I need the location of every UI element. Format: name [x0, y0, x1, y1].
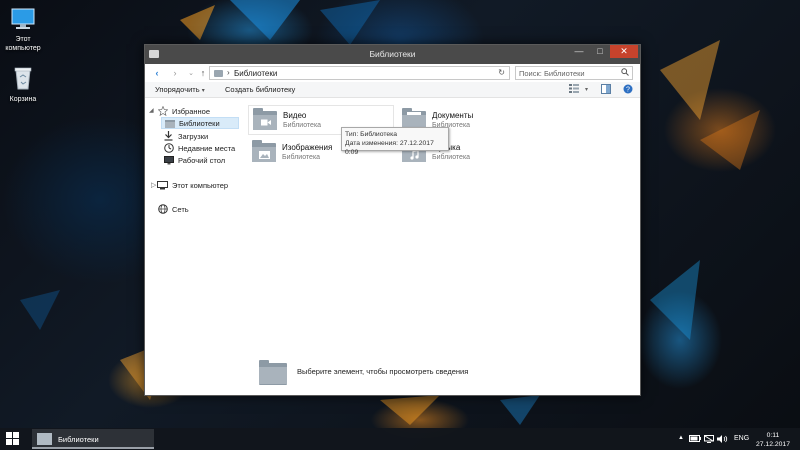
pictures-folder-icon	[252, 140, 276, 163]
help-icon: ?	[623, 84, 633, 94]
recent-places-icon	[163, 143, 174, 153]
start-button[interactable]	[6, 432, 20, 446]
expand-arrow-icon[interactable]: ▷	[151, 181, 156, 189]
svg-text:?: ?	[626, 87, 630, 94]
library-type: Библиотека	[282, 154, 321, 161]
sidebar-item-recent-places[interactable]: Недавние места	[163, 142, 235, 154]
search-icon[interactable]	[621, 68, 629, 78]
explorer-window: Библиотеки — □ ✕ ‹ › ⌄ ↑ › Библиотеки ↻ …	[144, 44, 641, 396]
sidebar-item-label: Рабочий стол	[178, 155, 226, 165]
library-name: Документы	[432, 111, 474, 120]
breadcrumb[interactable]: Библиотеки	[234, 69, 277, 78]
recent-locations-button[interactable]: ⌄	[185, 68, 197, 80]
address-field[interactable]: › Библиотеки ↻	[209, 66, 510, 80]
sidebar-item-label: Недавние места	[178, 143, 236, 153]
library-name: Видео	[283, 111, 307, 120]
preview-pane-icon	[601, 84, 611, 94]
maximize-button[interactable]: □	[588, 45, 612, 58]
clock-time: 0:11	[766, 432, 780, 439]
desktop-icon-this-pc[interactable]: Этот компьютер	[0, 8, 46, 53]
view-options-button[interactable]	[569, 84, 579, 95]
recycle-bin-icon	[0, 66, 46, 93]
new-library-button[interactable]: Создать библиотеку	[225, 85, 295, 94]
desktop-icon-label: Корзина	[9, 96, 37, 103]
library-folder-icon	[164, 118, 175, 128]
library-folder-icon	[214, 70, 223, 77]
video-folder-icon	[253, 108, 277, 131]
language-indicator[interactable]: ENG	[734, 435, 749, 442]
taskbar-app-explorer[interactable]: Библиотеки	[32, 429, 154, 449]
preview-pane-button[interactable]	[601, 84, 611, 96]
sidebar-item-libraries[interactable]: Библиотеки	[161, 117, 239, 129]
sidebar-item-this-pc[interactable]: Этот компьютер	[157, 179, 228, 191]
sidebar-item-label: Избранное	[172, 106, 211, 116]
library-name: Изображения	[282, 143, 333, 152]
network-icon	[157, 204, 168, 214]
collapse-arrow-icon[interactable]: ◢	[149, 107, 154, 114]
search-field[interactable]	[515, 66, 633, 80]
library-type: Библиотека	[283, 122, 322, 129]
navigation-pane: ◢ Избранное Библиотеки Загрузки Недавние…	[145, 99, 245, 395]
organize-label: Упорядочить	[155, 85, 200, 94]
search-input[interactable]	[516, 67, 616, 79]
view-icon	[569, 84, 579, 93]
computer-icon	[157, 180, 168, 190]
show-hidden-icons-button[interactable]: ▲	[678, 435, 684, 441]
desktop-icon-label: Этот компьютер	[5, 36, 41, 52]
refresh-icon[interactable]: ↻	[498, 68, 505, 77]
tooltip-date: Дата изменения: 27.12.2017 0:09	[345, 140, 434, 156]
help-button[interactable]: ?	[623, 84, 633, 96]
tooltip-type: Тип: Библиотека	[345, 131, 398, 138]
window-title: Библиотеки	[369, 49, 416, 59]
back-button[interactable]: ‹	[151, 68, 163, 80]
organize-button[interactable]: Упорядочить ▾	[155, 85, 205, 94]
sidebar-item-label: Сеть	[172, 204, 189, 214]
sidebar-item-downloads[interactable]: Загрузки	[163, 130, 208, 142]
folder-icon	[37, 433, 52, 445]
sidebar-item-network[interactable]: Сеть	[157, 203, 189, 215]
download-icon	[163, 131, 174, 141]
forward-button[interactable]: ›	[169, 68, 181, 80]
clock[interactable]: 0:11 27.12.2017	[756, 431, 790, 449]
sidebar-item-label: Этот компьютер	[172, 180, 229, 190]
volume-icon[interactable]	[717, 435, 728, 445]
details-hint: Выберите элемент, чтобы просмотреть свед…	[297, 367, 469, 376]
up-button[interactable]: ↑	[197, 68, 209, 80]
sidebar-item-favorites[interactable]: Избранное	[157, 105, 210, 117]
sidebar-item-label: Библиотеки	[179, 118, 220, 128]
details-pane: Выберите элемент, чтобы просмотреть свед…	[246, 349, 640, 395]
desktop-icon-recycle-bin[interactable]: Корзина	[0, 66, 46, 104]
view-dropdown-icon[interactable]: ▾	[585, 86, 588, 93]
computer-icon	[0, 8, 46, 33]
command-bar: Упорядочить ▾ Создать библиотеку ▾ ?	[145, 82, 640, 98]
desktop-icon	[163, 155, 174, 165]
sidebar-item-label: Загрузки	[178, 131, 209, 141]
network-status-icon[interactable]	[704, 435, 714, 445]
battery-icon[interactable]	[689, 435, 701, 444]
chevron-down-icon: ▾	[201, 88, 205, 94]
breadcrumb-separator: ›	[227, 68, 230, 77]
windows-logo-icon	[6, 432, 12, 438]
library-folder-icon	[259, 360, 287, 385]
address-bar-row: ‹ › ⌄ ↑ › Библиотеки ↻	[145, 64, 640, 82]
clock-date: 27.12.2017	[755, 441, 790, 448]
star-icon	[157, 106, 168, 116]
taskbar: Библиотеки ▲ ENG 0:11 27.12.2017	[0, 428, 800, 450]
close-button[interactable]: ✕	[610, 45, 638, 58]
tooltip: Тип: Библиотека Дата изменения: 27.12.20…	[341, 127, 449, 156]
title-bar[interactable]: Библиотеки — □ ✕	[145, 45, 640, 64]
sidebar-item-desktop[interactable]: Рабочий стол	[163, 154, 225, 166]
taskbar-app-label: Библиотеки	[58, 435, 99, 444]
